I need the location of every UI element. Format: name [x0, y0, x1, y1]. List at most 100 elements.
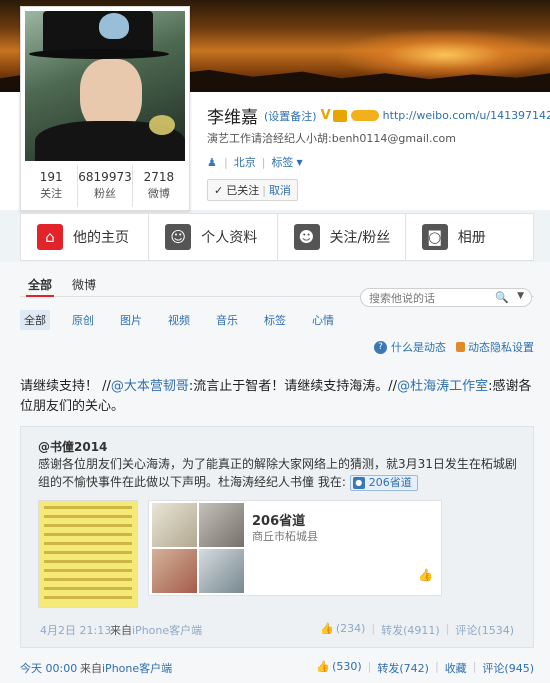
repost-author-link[interactable]: @书僮2014	[38, 438, 107, 455]
followed-label: 已关注	[226, 184, 260, 197]
feed-privacy-link[interactable]: 动态隐私设置	[468, 339, 534, 355]
chevron-down-icon[interactable]: ▼	[517, 291, 524, 301]
tags-dropdown[interactable]: 标签	[271, 154, 293, 170]
avatar-butterfly	[99, 13, 129, 39]
from-label: 来自	[80, 662, 102, 675]
filter-tags[interactable]: 标签	[260, 310, 290, 330]
cover-sunset	[340, 30, 550, 80]
tab-label: 关注/粉丝	[329, 230, 391, 246]
stat-number: 2718	[143, 170, 175, 184]
thumbs-up-icon: 👍	[320, 622, 334, 635]
source-link[interactable]: iPhone客户端	[132, 624, 202, 637]
map-pin-icon: ●	[352, 476, 365, 489]
feed-filters: 全部 原创 图片 视频 音乐 标签 心情	[20, 310, 356, 330]
forward-button[interactable]: 转发(742)	[377, 660, 429, 676]
filter-music[interactable]: 音乐	[212, 310, 242, 330]
repost-body: 感谢各位朋友们关心海涛，为了能真正的解除大家网络上的猜测，就3月31日发生在柘城…	[38, 457, 517, 489]
thumbs-up-icon[interactable]: 👍	[418, 568, 433, 582]
stat-fans[interactable]: 6819973 粉丝	[78, 165, 133, 207]
profile-meta: ♟ | 北京 | 标签 ▼	[207, 154, 303, 170]
profile-url-link[interactable]: http://weibo.com/u/1413971423	[383, 109, 550, 122]
like-button[interactable]: 👍 (530)	[316, 660, 361, 676]
separator: |	[367, 660, 372, 673]
search-icon[interactable]: 🔍	[495, 291, 509, 304]
tab-profile[interactable]: ☺ 个人资料	[149, 214, 278, 260]
filter-original[interactable]: 原创	[68, 310, 98, 330]
favorite-button[interactable]: 收藏	[445, 660, 467, 676]
avatar-hat-brim	[29, 49, 169, 59]
forward-button[interactable]: 转发(4911)	[381, 622, 440, 638]
filter-images[interactable]: 图片	[116, 310, 146, 330]
location-tag-label: 206省道	[368, 475, 412, 489]
stat-label: 关注	[40, 187, 63, 200]
from-label: 来自	[110, 624, 132, 637]
separator: |	[261, 155, 266, 169]
stat-following[interactable]: 191 关注	[25, 165, 79, 207]
separator: |	[434, 660, 439, 673]
location-tag[interactable]: ● 206省道	[349, 474, 418, 491]
tab-label: 个人资料	[201, 230, 258, 246]
unfollow-button[interactable]: 取消	[269, 182, 291, 198]
like-count: (234)	[335, 622, 366, 635]
doc-line	[44, 542, 132, 545]
post-action-buttons: 👍 (530) | 转发(742) | 收藏 | 评论(945)	[316, 660, 534, 676]
separator: |	[224, 155, 228, 169]
doc-line	[44, 569, 132, 572]
doc-line	[44, 596, 132, 599]
post-time-link[interactable]: 今天 00:00	[20, 660, 77, 676]
stat-number: 6819973	[78, 170, 132, 184]
subtab-all[interactable]: 全部	[28, 276, 52, 293]
subtab-weibo[interactable]: 微博	[72, 276, 96, 293]
avatar-hat	[43, 11, 153, 51]
what-is-feed-link[interactable]: 什么是动态	[391, 339, 446, 355]
repost-time-link[interactable]: 4月2日 21:13	[40, 622, 111, 638]
feed-help-row: ? 什么是动态 动态隐私设置	[374, 339, 534, 355]
verified-icon: V	[320, 108, 331, 123]
doc-line	[44, 560, 132, 563]
profile-bio: 演艺工作请洽经纪人小胡:benh0114@gmail.com	[207, 132, 456, 145]
doc-line	[44, 587, 132, 590]
post-source: 来自iPhone客户端	[80, 660, 172, 676]
stat-label: 粉丝	[94, 187, 116, 200]
comment-button[interactable]: 评论(945)	[482, 660, 534, 676]
home-icon: ⌂	[37, 224, 63, 250]
repost-source: 来自iPhone客户端	[110, 622, 202, 638]
tab-follows-fans[interactable]: ☻ 关注/粉丝	[278, 214, 406, 260]
separator: |	[472, 660, 477, 673]
location-photo[interactable]	[199, 503, 244, 547]
tab-home[interactable]: ⌂ 他的主页	[21, 214, 150, 260]
question-icon: ?	[374, 340, 387, 354]
post-text: 请继续支持！ //@大本营韧哥:流言止于智者！请继续支持海涛。//@杜海涛工作室…	[20, 377, 534, 417]
separator: |	[445, 622, 450, 635]
avatar[interactable]	[25, 11, 185, 161]
location-photos	[152, 503, 246, 593]
location-card-title[interactable]: 206省道	[252, 510, 305, 529]
tab-label: 他的主页	[73, 230, 129, 246]
like-button[interactable]: 👍 (234)	[320, 622, 365, 638]
mention-link[interactable]: @大本营韧哥	[111, 379, 189, 394]
crown-icon	[332, 109, 347, 122]
tab-album[interactable]: ◙ 相册	[406, 214, 533, 260]
person-icon: ♟	[207, 155, 217, 169]
filter-all[interactable]: 全部	[20, 310, 50, 330]
post-text-part: :流言止于智者！请继续支持海涛。//	[188, 379, 398, 394]
search-input[interactable]: 搜索他说的话 🔍 ▼	[360, 288, 532, 307]
filter-video[interactable]: 视频	[164, 310, 194, 330]
statement-image[interactable]	[38, 500, 138, 608]
location-photo[interactable]	[199, 549, 244, 593]
location-photo[interactable]	[152, 549, 197, 593]
doc-line	[44, 533, 132, 536]
post-text-part: 请继续支持！ //	[20, 379, 111, 394]
location-link[interactable]: 北京	[234, 154, 256, 170]
source-link[interactable]: iPhone客户端	[102, 662, 172, 675]
location-photo[interactable]	[152, 503, 197, 547]
repost-action-buttons: 👍 (234) | 转发(4911) | 评论(1534)	[320, 622, 514, 638]
doc-line	[44, 524, 132, 527]
search-placeholder: 搜索他说的话	[369, 291, 435, 305]
stat-weibo[interactable]: 2718 微博	[133, 165, 185, 207]
comment-button[interactable]: 评论(1534)	[455, 622, 514, 638]
doc-line	[44, 578, 132, 581]
set-remark-link[interactable]: (设置备注)	[264, 108, 317, 124]
filter-mood[interactable]: 心情	[308, 310, 338, 330]
mention-link[interactable]: @杜海涛工作室	[397, 379, 488, 394]
